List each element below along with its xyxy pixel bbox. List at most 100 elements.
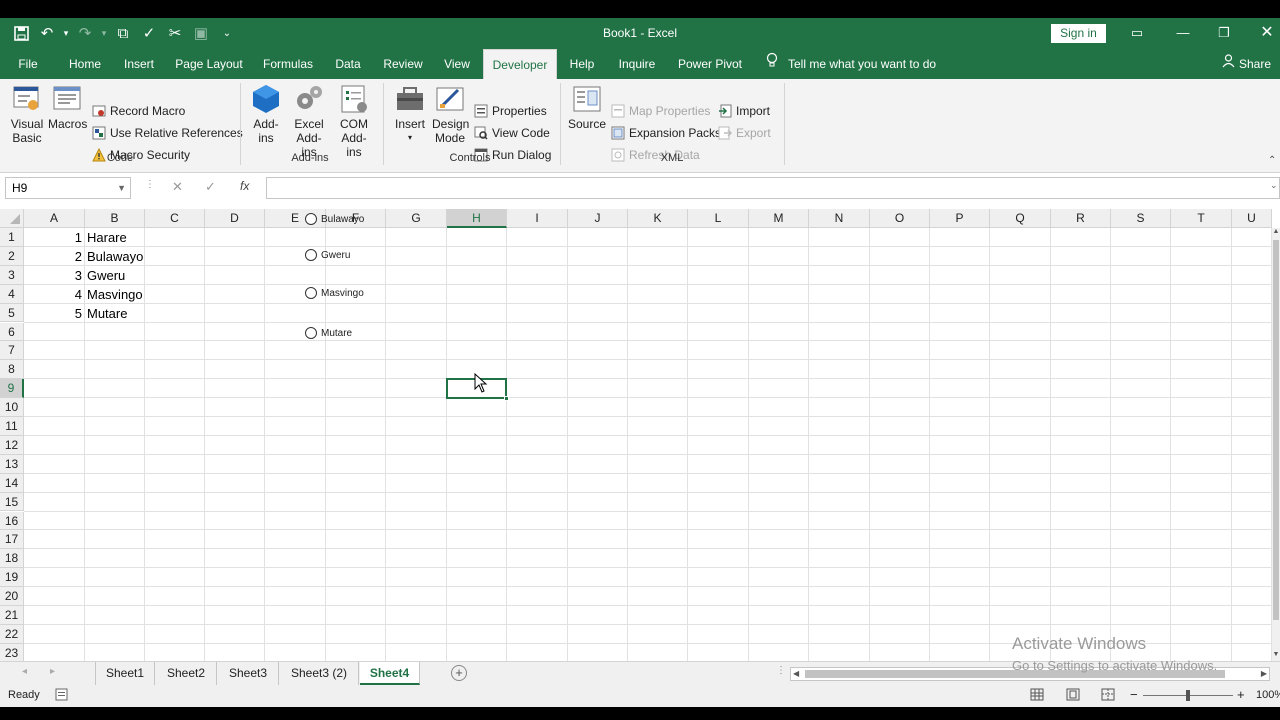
row-header-18[interactable]: 18 [0, 549, 24, 569]
row-header-16[interactable]: 16 [0, 511, 24, 531]
sheet-tab-sheet3-2[interactable]: Sheet3 (2) [280, 662, 359, 685]
row-header-1[interactable]: 1 [0, 228, 24, 247]
minimize-icon[interactable]: — [1170, 22, 1196, 44]
visual-basic-button[interactable]: Visual Basic [8, 83, 46, 145]
column-header-o[interactable]: O [870, 209, 930, 228]
properties-button[interactable]: Properties [474, 104, 547, 118]
column-header-m[interactable]: M [749, 209, 809, 228]
tab-split-icon[interactable]: ⋮ [776, 665, 786, 676]
formula-input[interactable] [266, 177, 1280, 199]
cell-b5[interactable]: Mutare [87, 304, 157, 323]
row-header-21[interactable]: 21 [0, 606, 24, 625]
worksheet-grid[interactable]: ▲ ▼ A B C D E F G H I J K L M N O P Q R S T U 1 2 3 4 5 6 7 8 9 10 11 12… [0, 209, 1280, 661]
row-header-13[interactable]: 13 [0, 454, 24, 474]
cancel-icon[interactable]: ✕ [172, 179, 183, 195]
radio-circle-icon[interactable] [305, 249, 317, 261]
cell-b3[interactable]: Gweru [87, 266, 157, 285]
zoom-out-icon[interactable]: − [1130, 687, 1138, 702]
page-break-view-icon[interactable] [1101, 688, 1115, 704]
map-properties-button[interactable]: Map Properties [611, 104, 710, 118]
tab-view[interactable]: View [438, 49, 476, 79]
row-header-2[interactable]: 2 [0, 246, 24, 266]
scroll-left-icon[interactable]: ◀ [793, 668, 799, 680]
addins-button[interactable]: Add-ins [248, 83, 284, 145]
name-box-dropdown-icon[interactable]: ▼ [117, 178, 126, 198]
row-header-10[interactable]: 10 [0, 398, 24, 417]
tab-insert[interactable]: Insert [118, 49, 160, 79]
column-header-j[interactable]: J [568, 209, 628, 228]
radio-circle-icon[interactable] [305, 213, 317, 225]
expansion-packs-button[interactable]: Expansion Packs [611, 126, 721, 140]
tab-file[interactable]: File [10, 49, 46, 79]
zoom-level[interactable]: 100% [1256, 689, 1280, 701]
sign-in-button[interactable]: Sign in [1051, 24, 1106, 43]
row-header-8[interactable]: 8 [0, 360, 24, 380]
cell-a3[interactable]: 3 [24, 266, 82, 285]
row-header-11[interactable]: 11 [0, 417, 24, 436]
scroll-right-icon[interactable]: ▶ [1261, 668, 1267, 680]
cell-a4[interactable]: 4 [24, 285, 82, 304]
row-header-17[interactable]: 17 [0, 530, 24, 550]
tab-developer[interactable]: Developer [483, 49, 557, 79]
sheet-tab-sheet1[interactable]: Sheet1 [95, 662, 155, 685]
tab-review[interactable]: Review [378, 49, 428, 79]
enter-icon[interactable]: ✓ [205, 179, 216, 195]
zoom-in-icon[interactable]: + [1237, 687, 1245, 702]
cell-b1[interactable]: Harare [87, 228, 157, 247]
column-header-p[interactable]: P [930, 209, 990, 228]
cell-a2[interactable]: 2 [24, 247, 82, 266]
column-header-u[interactable]: U [1232, 209, 1272, 228]
option-button-bulawayo[interactable]: Bulawayo [305, 213, 364, 225]
normal-view-icon[interactable] [1030, 688, 1044, 704]
cell-b4[interactable]: Masvingo [87, 285, 157, 304]
export-button[interactable]: Export [718, 126, 771, 140]
column-header-b[interactable]: B [85, 209, 145, 228]
column-header-c[interactable]: C [145, 209, 205, 228]
share-button[interactable]: Share [1222, 49, 1271, 79]
row-header-19[interactable]: 19 [0, 568, 24, 588]
tab-inquire[interactable]: Inquire [612, 49, 662, 79]
cell-a1[interactable]: 1 [24, 228, 82, 247]
collapse-ribbon-icon[interactable]: ⌃ [1268, 155, 1276, 166]
tell-me-box[interactable]: Tell me what you want to do [766, 49, 936, 79]
radio-circle-icon[interactable] [305, 287, 317, 299]
row-header-4[interactable]: 4 [0, 284, 24, 304]
name-box[interactable]: H9 ▼ [5, 177, 131, 199]
column-header-n[interactable]: N [809, 209, 870, 228]
column-header-r[interactable]: R [1051, 209, 1111, 228]
design-mode-button[interactable]: Design Mode [432, 83, 469, 145]
zoom-slider-thumb[interactable] [1186, 690, 1190, 701]
column-header-a[interactable]: A [24, 209, 85, 228]
scroll-sheets-left-icon[interactable]: ◂ [22, 666, 27, 677]
row-header-3[interactable]: 3 [0, 265, 24, 285]
import-button[interactable]: Import [718, 104, 770, 118]
row-header-5[interactable]: 5 [0, 303, 24, 323]
row-header-23[interactable]: 23 [0, 643, 24, 661]
option-button-gweru[interactable]: Gweru [305, 249, 350, 261]
column-header-t[interactable]: T [1171, 209, 1232, 228]
option-button-masvingo[interactable]: Masvingo [305, 287, 364, 299]
tab-formulas[interactable]: Formulas [258, 49, 318, 79]
row-header-15[interactable]: 15 [0, 492, 24, 512]
cell-b2[interactable]: Bulawayo [87, 247, 157, 266]
new-sheet-icon[interactable]: + [451, 665, 467, 681]
scroll-down-icon[interactable]: ▼ [1272, 651, 1280, 661]
excel-addins-button[interactable]: Excel Add-ins [288, 83, 330, 159]
cell-a5[interactable]: 5 [24, 304, 82, 323]
column-header-l[interactable]: L [688, 209, 749, 228]
vertical-scroll-thumb[interactable] [1273, 240, 1279, 620]
row-header-14[interactable]: 14 [0, 473, 24, 493]
row-header-7[interactable]: 7 [0, 341, 24, 361]
scroll-up-icon[interactable]: ▲ [1272, 228, 1280, 238]
row-header-9[interactable]: 9 [0, 379, 24, 399]
radio-circle-icon[interactable] [305, 327, 317, 339]
macro-recording-icon[interactable] [55, 688, 68, 704]
restore-icon[interactable]: ❐ [1211, 22, 1237, 44]
row-header-12[interactable]: 12 [0, 435, 24, 455]
scroll-sheets-right-icon[interactable]: ▸ [50, 666, 55, 677]
row-header-6[interactable]: 6 [0, 322, 24, 342]
record-macro-button[interactable]: Record Macro [92, 104, 185, 118]
tab-home[interactable]: Home [62, 49, 108, 79]
row-header-22[interactable]: 22 [0, 624, 24, 644]
tab-help[interactable]: Help [564, 49, 600, 79]
